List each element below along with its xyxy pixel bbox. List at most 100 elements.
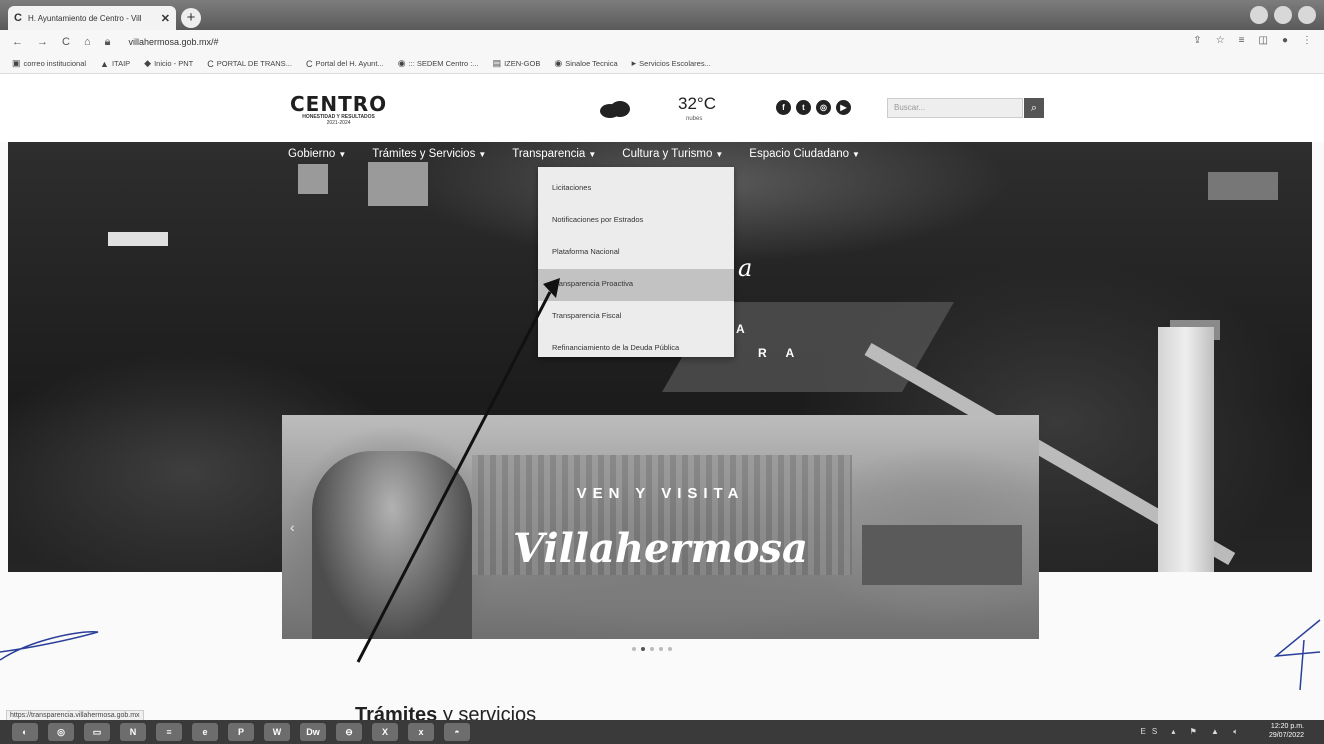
bookmark-icon: ▣: [12, 58, 21, 68]
home-icon[interactable]: ⌂: [84, 36, 91, 48]
close-window-button[interactable]: [1298, 6, 1316, 24]
transparencia-dropdown: Licitaciones Notificaciones por Estrados P…: [538, 167, 734, 357]
window-controls: [1250, 6, 1316, 24]
close-tab-icon[interactable]: ✕: [161, 12, 170, 25]
share-icon[interactable]: ⇪: [1193, 35, 1201, 46]
dropdown-item[interactable]: Transparencia Proactiva: [538, 269, 734, 301]
building-shape: [1208, 172, 1278, 200]
hero-script-fragment: a: [738, 254, 753, 282]
twitter-icon[interactable]: t: [796, 100, 811, 115]
taskbar-app[interactable]: W: [264, 723, 290, 741]
dropdown-item[interactable]: Plataforma Nacional: [538, 237, 734, 269]
banner-heading: VEN Y VISITA: [576, 485, 745, 502]
carousel-dot[interactable]: [632, 647, 636, 651]
bookmark-label: IZEN-GOB: [504, 59, 541, 68]
building-shape: [298, 164, 328, 194]
bookmark-item[interactable]: C Portal del H. Ayunt...: [306, 59, 384, 69]
dropdown-item[interactable]: Notificaciones por Estrados: [538, 205, 734, 237]
main-nav: Gobierno ▼ Trámites y Servicios ▼ Transparen…: [288, 148, 860, 160]
taskbar-app[interactable]: Dw: [300, 723, 326, 741]
bookmark-label: Portal del H. Ayunt...: [315, 59, 384, 68]
tourism-banner[interactable]: ‹ VEN Y VISITA Villahermosa: [282, 415, 1039, 639]
building-shape: [368, 162, 428, 206]
taskbar-app[interactable]: ▭: [84, 723, 110, 741]
nav-item-transparencia[interactable]: Transparencia ▼: [512, 148, 596, 160]
taskbar-app[interactable]: ≡: [156, 723, 182, 741]
nav-item-gobierno[interactable]: Gobierno ▼: [288, 148, 346, 160]
bookmark-item[interactable]: ◉ Sinaloe Tecnica: [554, 58, 617, 69]
clock-time: 12:20 p.m.: [1270, 723, 1304, 730]
carousel-dot[interactable]: [641, 647, 645, 651]
taskbar-app[interactable]: ⊖: [336, 723, 362, 741]
bookmark-label: ::: SEDEM Centro :...: [408, 59, 479, 68]
bookmark-icon: ◉: [397, 58, 406, 68]
youtube-icon[interactable]: ▶: [836, 100, 851, 115]
lock-icon: 🔒︎: [104, 35, 111, 48]
forward-icon[interactable]: →: [37, 36, 48, 48]
bookmark-label: Sinaloe Tecnica: [565, 59, 618, 68]
system-clock[interactable]: 12:20 p.m. 29/07/2022: [1269, 722, 1304, 740]
facebook-icon[interactable]: f: [776, 100, 791, 115]
carousel-dot[interactable]: [650, 647, 654, 651]
bookmark-item[interactable]: ▲ ITAIP: [100, 59, 130, 69]
search-input[interactable]: Buscar...: [887, 98, 1023, 118]
dropdown-item[interactable]: Licitaciones: [538, 173, 734, 205]
bookmark-icon: ▸: [631, 58, 637, 68]
tray-icons[interactable]: ES ▴ ⚑ ▲ 🔈︎: [1141, 727, 1244, 737]
url-field[interactable]: villahermosa.gob.mx/#: [128, 37, 218, 47]
browser-tab[interactable]: C H. Ayuntamiento de Centro - Vill ✕: [8, 6, 176, 30]
logo-name: CENTRO: [290, 92, 388, 116]
taskbar-app[interactable]: e: [192, 723, 218, 741]
bookmarks-bar: ▣ correo institucional ▲ ITAIP ◆ Inicio - PNT…: [0, 54, 1324, 74]
nav-item-label: Espacio Ciudadano: [749, 148, 850, 160]
nav-item-espacio-ciudadano[interactable]: Espacio Ciudadano ▼: [749, 148, 860, 160]
favicon-icon: C: [14, 12, 22, 24]
menu-icon[interactable]: ⋮: [1302, 35, 1312, 46]
browser-tab-bar: C H. Ayuntamiento de Centro - Vill ✕ +: [0, 0, 1324, 30]
maximize-button[interactable]: [1274, 6, 1292, 24]
new-tab-button[interactable]: +: [181, 8, 201, 28]
nav-item-label: Transparencia: [512, 148, 586, 160]
minimize-button[interactable]: [1250, 6, 1268, 24]
bookmark-item[interactable]: ▸ Servicios Escolares...: [632, 58, 711, 69]
nav-item-trámites-y-servicios[interactable]: Trámites y Servicios ▼: [372, 148, 486, 160]
bookmark-icon: ▤: [492, 58, 502, 68]
search-button[interactable]: ⌕: [1024, 98, 1044, 118]
temperature: 32°C: [678, 94, 716, 113]
bookmark-item[interactable]: ▤ IZEN-GOB: [493, 58, 541, 69]
nav-item-cultura-y-turismo[interactable]: Cultura y Turismo ▼: [622, 148, 723, 160]
carousel-dot[interactable]: [659, 647, 663, 651]
bookmark-item[interactable]: ◉::: SEDEM Centro :...: [398, 58, 479, 69]
bookmark-label: Servicios Escolares...: [639, 59, 711, 68]
taskbar-app[interactable]: X: [372, 723, 398, 741]
back-icon[interactable]: ←: [12, 36, 23, 48]
reading-list-icon[interactable]: ≡: [1239, 35, 1245, 46]
monument-shape: [108, 232, 168, 246]
dropdown-item[interactable]: Transparencia Fiscal: [538, 301, 734, 333]
bookmark-item[interactable]: ▣ correo institucional: [12, 58, 86, 69]
clock-date: 29/07/2022: [1268, 732, 1304, 739]
bookmark-label: PORTAL DE TRANS...: [216, 59, 292, 68]
caret-down-icon: ▼: [338, 150, 347, 159]
bookmark-icon: ◉: [554, 58, 563, 68]
bookmark-item[interactable]: ◆ Inicio - PNT: [144, 58, 193, 69]
taskbar-app[interactable]: ◎: [48, 723, 74, 741]
bookmark-icon: C: [207, 58, 214, 69]
taskbar-app[interactable]: x: [408, 723, 434, 741]
bookmark-label: ITAIP: [111, 59, 131, 68]
sidebar-icon[interactable]: ◫: [1259, 35, 1268, 46]
bookmark-item[interactable]: C PORTAL DE TRANS...: [207, 59, 292, 69]
dropdown-item[interactable]: Refinanciamiento de la Deuda Pública: [538, 333, 734, 365]
bookmark-icon: ▲: [100, 58, 109, 69]
star-icon[interactable]: ☆: [1216, 35, 1225, 46]
taskbar-app[interactable]: ◓: [444, 723, 470, 741]
taskbar-app[interactable]: P: [228, 723, 254, 741]
site-logo[interactable]: CENTRO HONESTIDAD Y RESULTADOS 2021-2024: [290, 94, 387, 126]
instagram-icon[interactable]: ◎: [816, 100, 831, 115]
taskbar-app[interactable]: N: [120, 723, 146, 741]
reload-icon[interactable]: C: [62, 36, 70, 48]
bookmark-label: correo institucional: [23, 59, 87, 68]
start-button[interactable]: ◐: [12, 723, 38, 741]
carousel-dot[interactable]: [668, 647, 672, 651]
profile-icon[interactable]: ●: [1282, 35, 1288, 46]
